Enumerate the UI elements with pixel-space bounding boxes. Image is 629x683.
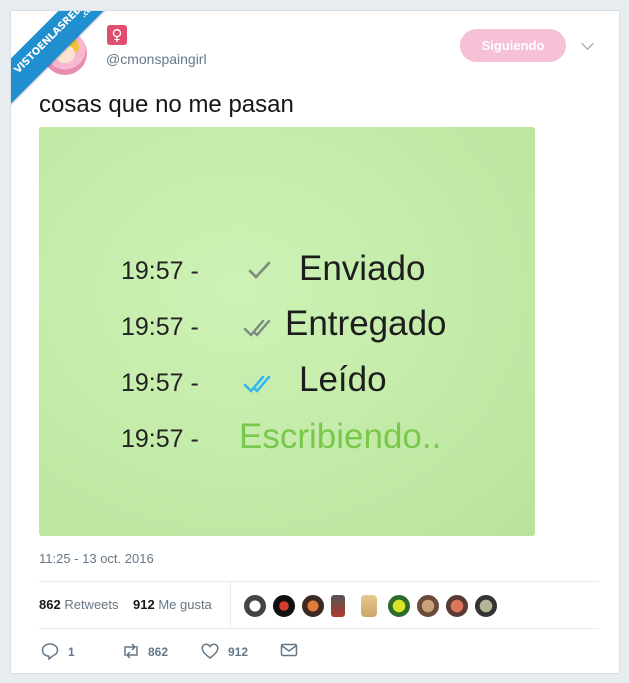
likes-label: Me gusta bbox=[158, 597, 212, 612]
watermark-suffix: .com bbox=[79, 10, 99, 20]
line-3-time: 19:57 - bbox=[121, 369, 199, 397]
retweet-count: 862 bbox=[148, 645, 169, 659]
female-symbol-icon: ♀ bbox=[107, 25, 127, 45]
liker-avatar[interactable] bbox=[330, 594, 346, 618]
engagement-stats: 862 Retweets 912 Me gusta bbox=[39, 597, 212, 612]
tweet-image[interactable]: 19:57 - Enviado 19:57 - Entregado 19:57 … bbox=[39, 127, 535, 536]
line-3-status: Leído bbox=[299, 360, 387, 399]
retweet-icon[interactable] bbox=[121, 642, 141, 660]
line-2-status: Entregado bbox=[285, 304, 447, 343]
liker-avatar[interactable] bbox=[243, 594, 267, 618]
liker-avatar[interactable] bbox=[474, 594, 498, 618]
divider-bottom bbox=[39, 628, 599, 629]
double-grey-check-icon bbox=[243, 319, 271, 337]
single-check-icon bbox=[248, 261, 271, 279]
divider-top bbox=[39, 581, 599, 582]
line-4-status: Escribiendo.. bbox=[239, 417, 442, 456]
stats-divider bbox=[230, 581, 231, 629]
likes-stat[interactable]: 912 Me gusta bbox=[133, 597, 212, 612]
double-blue-check-icon bbox=[243, 375, 271, 393]
heart-icon[interactable] bbox=[201, 642, 219, 660]
retweets-stat[interactable]: 862 Retweets bbox=[39, 597, 119, 612]
line-2-time: 19:57 - bbox=[121, 313, 199, 341]
likes-count: 912 bbox=[132, 597, 155, 612]
line-4-time: 19:57 - bbox=[121, 425, 199, 453]
line-1-status: Enviado bbox=[299, 249, 426, 288]
liker-avatar[interactable] bbox=[301, 594, 325, 618]
like-count: 912 bbox=[228, 645, 249, 659]
following-button[interactable]: Siguiendo bbox=[460, 29, 566, 62]
liker-avatar[interactable] bbox=[360, 594, 378, 618]
liker-avatar[interactable] bbox=[387, 594, 411, 618]
chevron-down-icon[interactable] bbox=[581, 37, 594, 50]
message-icon[interactable] bbox=[280, 642, 298, 658]
reply-count: 1 bbox=[68, 645, 75, 659]
reply-icon[interactable] bbox=[41, 642, 59, 660]
line-1-time: 19:57 - bbox=[121, 257, 199, 285]
liker-avatar[interactable] bbox=[272, 594, 296, 618]
liker-avatar[interactable] bbox=[445, 594, 469, 618]
tweet-timestamp[interactable]: 11:25 - 13 oct. 2016 bbox=[39, 551, 154, 566]
author-handle[interactable]: @cmonspaingirl bbox=[106, 51, 207, 67]
retweets-count: 862 bbox=[39, 597, 61, 612]
retweets-label: Retweets bbox=[64, 597, 119, 612]
tweet-text: cosas que no me pasan bbox=[39, 91, 294, 118]
tweet-card: VISTOENLASREDES .com ♀ @cmonspaingirl Si… bbox=[10, 10, 620, 674]
liker-avatar[interactable] bbox=[416, 594, 440, 618]
